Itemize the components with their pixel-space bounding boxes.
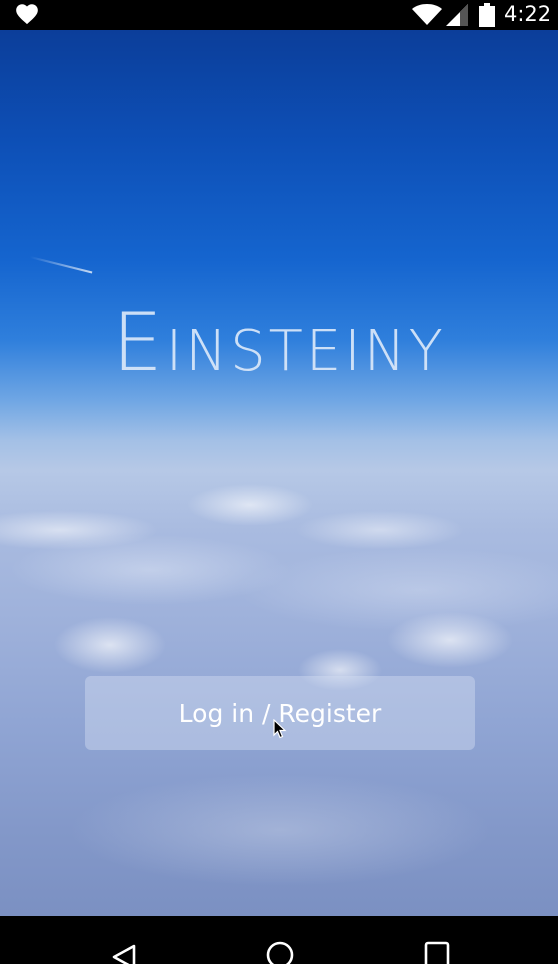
status-bar: 4:22 <box>0 0 558 30</box>
login-screen: 4:22 Einsteiny Log in / Register <box>0 0 558 964</box>
status-time: 4:22 <box>504 2 552 26</box>
home-icon[interactable] <box>260 936 300 964</box>
battery-icon <box>479 3 495 27</box>
contrail <box>29 256 93 274</box>
sky-background-image <box>0 30 558 916</box>
navigation-bar <box>0 916 558 964</box>
mouse-cursor-icon <box>273 719 287 739</box>
wifi-icon <box>412 4 442 25</box>
back-icon[interactable] <box>104 936 144 964</box>
cell-signal-icon <box>446 4 468 26</box>
heart-icon <box>16 4 38 25</box>
recents-icon[interactable] <box>417 936 457 964</box>
app-title: Einsteiny <box>112 296 446 389</box>
